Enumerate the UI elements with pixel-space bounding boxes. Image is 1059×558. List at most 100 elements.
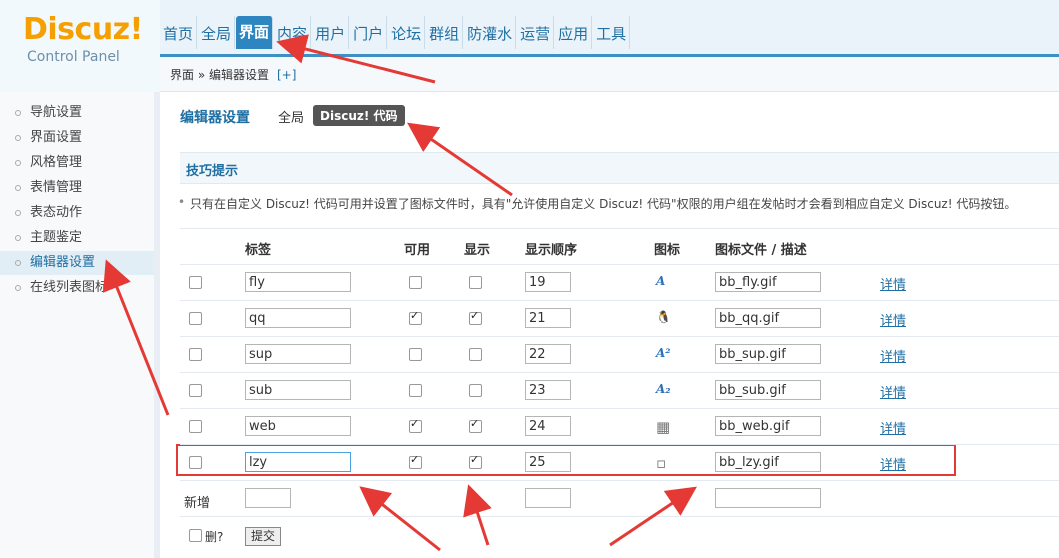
nav-antispam[interactable]: 防灌水 [464,16,517,49]
detail-link[interactable]: 详情 [880,382,906,401]
submit-button[interactable]: 提交 [245,527,281,546]
order-input[interactable] [525,272,571,292]
available-checkbox[interactable] [409,309,422,325]
available-checkbox[interactable] [409,348,422,361]
display-checkbox[interactable] [469,384,482,397]
tab-discuz-code[interactable]: Discuz! 代码 [313,105,405,126]
sidebar-item-smilies[interactable]: 表情管理 [0,176,154,200]
display-checkbox[interactable] [469,348,482,361]
sidebar-item-label: 编辑器设置 [30,255,96,270]
icon-file-input[interactable] [715,380,821,400]
available-checkbox[interactable] [409,453,422,469]
icon-file-input[interactable] [715,272,821,292]
row-select-checkbox[interactable] [189,384,202,397]
bullet-icon [15,235,21,241]
icon-file-input[interactable] [715,452,821,472]
sidebar-item-label: 在线列表图标 [30,280,109,295]
nav-apps[interactable]: 应用 [555,16,593,49]
row-select-checkbox[interactable] [189,312,202,325]
sidebar-item-label: 界面设置 [30,130,83,145]
row-divider [180,516,1059,517]
breadcrumb-bar: 界面 » 编辑器设置 [+] [160,57,1059,92]
new-order-input[interactable] [525,488,571,508]
row-select-checkbox[interactable] [189,420,202,433]
available-checkbox[interactable] [409,276,422,289]
nav-portal[interactable]: 门户 [350,16,388,49]
nav-groups[interactable]: 群组 [426,16,464,49]
delete-label: 删? [205,530,224,544]
bullet-icon [15,110,21,116]
sidebar-item-label: 表态动作 [30,205,83,220]
nav-home[interactable]: 首页 [160,16,198,49]
tag-input[interactable] [245,272,351,292]
nav-forum[interactable]: 论坛 [388,16,426,49]
tab-global[interactable]: 全局 [278,107,304,126]
tag-input[interactable] [245,308,351,328]
breadcrumb-text: 界面 » 编辑器设置 [170,68,269,82]
display-checkbox[interactable] [469,309,482,325]
order-input[interactable] [525,416,571,436]
sidebar-item-label: 主题鉴定 [30,230,83,245]
detail-link[interactable]: 详情 [880,418,906,437]
nav-global[interactable]: 全局 [198,16,236,49]
detail-link[interactable]: 详情 [880,310,906,329]
superscript-icon: A² [656,346,671,360]
new-tag-input[interactable] [245,488,291,508]
icon-file-input[interactable] [715,416,821,436]
nav-content[interactable]: 内容 [274,16,312,49]
breadcrumb-toggle[interactable]: [+] [277,68,296,82]
bullet-icon [15,185,21,191]
display-checkbox[interactable] [469,417,482,433]
row-select-checkbox[interactable] [189,348,202,361]
nav-interface[interactable]: 界面 [236,16,274,49]
display-checkbox[interactable] [469,453,482,469]
icon-file-input[interactable] [715,344,821,364]
row-divider [180,480,1059,481]
nav-users[interactable]: 用户 [312,16,350,49]
main-nav: 首页 全局 界面 内容 用户 门户 论坛 群组 防灌水 运营 应用 工具 [160,16,631,49]
order-input[interactable] [525,380,571,400]
sidebar-item-online-icons[interactable]: 在线列表图标 [0,276,154,300]
new-file-input[interactable] [715,488,821,508]
nav-operations[interactable]: 运营 [517,16,555,49]
sidebar-item-thread-stamps[interactable]: 主题鉴定 [0,226,154,250]
display-checkbox[interactable] [469,276,482,289]
tag-input[interactable] [245,380,351,400]
subscript-icon: A₂ [656,382,671,396]
row-divider [180,264,1059,265]
col-header-display: 显示 [464,243,491,258]
font-italic-icon: A [656,274,666,288]
detail-link[interactable]: 详情 [880,346,906,365]
tag-input[interactable] [245,344,351,364]
tip-text: 只有在自定义 Discuz! 代码可用并设置了图标文件时，具有"允许使用自定义 … [178,195,1016,212]
order-input[interactable] [525,308,571,328]
tag-input[interactable] [245,416,351,436]
available-checkbox[interactable] [409,417,422,433]
discuz-logo: Discuz! [23,12,143,47]
sidebar-item-reactions[interactable]: 表态动作 [0,201,154,225]
row-divider [180,300,1059,301]
row-select-checkbox[interactable] [189,276,202,289]
row-divider [180,444,1059,445]
sidebar-item-nav-settings[interactable]: 导航设置 [0,101,154,125]
add-label: 新增 [184,496,211,511]
icon-file-input[interactable] [715,308,821,328]
sidebar-item-editor-settings[interactable]: 编辑器设置 [0,251,154,275]
sidebar: 导航设置 界面设置 风格管理 表情管理 表态动作 主题鉴定 编辑器设置 在线列表… [0,92,154,558]
available-checkbox[interactable] [409,384,422,397]
tag-input[interactable] [245,452,351,472]
logo-area: Discuz! Control Panel [0,0,160,93]
logo-subtitle: Control Panel [27,49,120,65]
col-header-available: 可用 [404,243,431,258]
sidebar-item-interface-settings[interactable]: 界面设置 [0,126,154,150]
detail-link[interactable]: 详情 [880,274,906,293]
nav-tools[interactable]: 工具 [593,16,631,49]
delete-all-checkbox[interactable] [189,529,202,542]
row-select-checkbox[interactable] [189,456,202,469]
sidebar-item-style-management[interactable]: 风格管理 [0,151,154,175]
header: Discuz! Control Panel 首页 全局 界面 内容 用户 门户 … [0,0,1059,93]
order-input[interactable] [525,452,571,472]
detail-link[interactable]: 详情 [880,454,906,473]
order-input[interactable] [525,344,571,364]
top-nav-bar: 首页 全局 界面 内容 用户 门户 论坛 群组 防灌水 运营 应用 工具 [160,0,1059,57]
